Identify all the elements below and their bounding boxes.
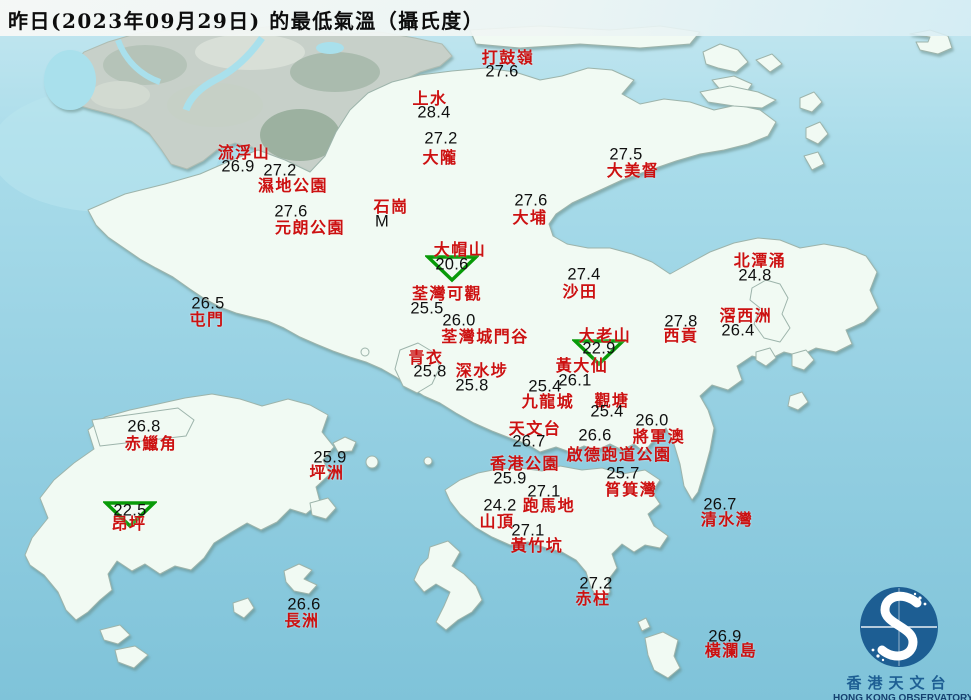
hko-logo: 香港天文台 HONG KONG OBSERVATORY bbox=[833, 583, 971, 700]
station-value: 20.6 bbox=[435, 255, 469, 274]
station-value: 22.5 bbox=[113, 501, 147, 520]
station-value: 25.8 bbox=[413, 362, 447, 381]
station-value: 26.7 bbox=[703, 495, 737, 514]
hko-min-temp-map: 昨日(2023年09月29日) 的最低氣溫（攝氏度） 打鼓嶺 27.6 上水 28.4… bbox=[0, 0, 971, 700]
station-value: 26.5 bbox=[191, 294, 225, 313]
station-value: 27.2 bbox=[424, 129, 458, 148]
station-value: 27.2 bbox=[579, 574, 613, 593]
station-value: 25.5 bbox=[410, 299, 444, 318]
logo-text-english: HONG KONG OBSERVATORY bbox=[833, 693, 971, 700]
station-value: 26.7 bbox=[512, 432, 546, 451]
stations-layer: 打鼓嶺 27.6 上水 28.4 大隴 27.2 流浮山 26.9 濕地公園 27.2 元朗公園 27… bbox=[0, 0, 971, 700]
logo-text-chinese: 香港天文台 bbox=[846, 674, 952, 692]
station-value: 27.6 bbox=[514, 191, 548, 210]
station-value: 25.8 bbox=[455, 376, 489, 395]
station-value: 24.8 bbox=[738, 266, 772, 285]
station-value: 27.2 bbox=[263, 161, 297, 180]
station-value: 27.1 bbox=[511, 521, 545, 540]
station-value: 26.8 bbox=[127, 417, 161, 436]
station-value: 25.7 bbox=[606, 464, 640, 483]
station-value: 27.1 bbox=[527, 482, 561, 501]
station-value: 26.0 bbox=[442, 311, 476, 330]
hko-observatory-symbol-icon bbox=[860, 587, 938, 667]
station-value: 27.6 bbox=[274, 202, 308, 221]
station-value: 26.4 bbox=[721, 321, 755, 340]
station-value: 27.6 bbox=[485, 62, 519, 81]
station-value: 25.9 bbox=[493, 469, 527, 488]
station-value: 28.4 bbox=[417, 103, 451, 122]
station-value: 25.9 bbox=[313, 448, 347, 467]
station-value: 26.9 bbox=[221, 157, 255, 176]
station-value: 26.6 bbox=[578, 426, 612, 445]
station-value: M bbox=[374, 212, 390, 231]
station-value: 25.4 bbox=[528, 377, 562, 396]
station-value: 26.0 bbox=[635, 411, 669, 430]
station-value: 27.8 bbox=[664, 312, 698, 331]
station-value: 26.6 bbox=[287, 595, 321, 614]
station-value: 27.4 bbox=[567, 265, 601, 284]
station-value: 26.9 bbox=[708, 627, 742, 646]
station-value: 25.4 bbox=[590, 402, 624, 421]
station-value: 24.2 bbox=[483, 496, 517, 515]
station-value: 27.5 bbox=[609, 145, 643, 164]
